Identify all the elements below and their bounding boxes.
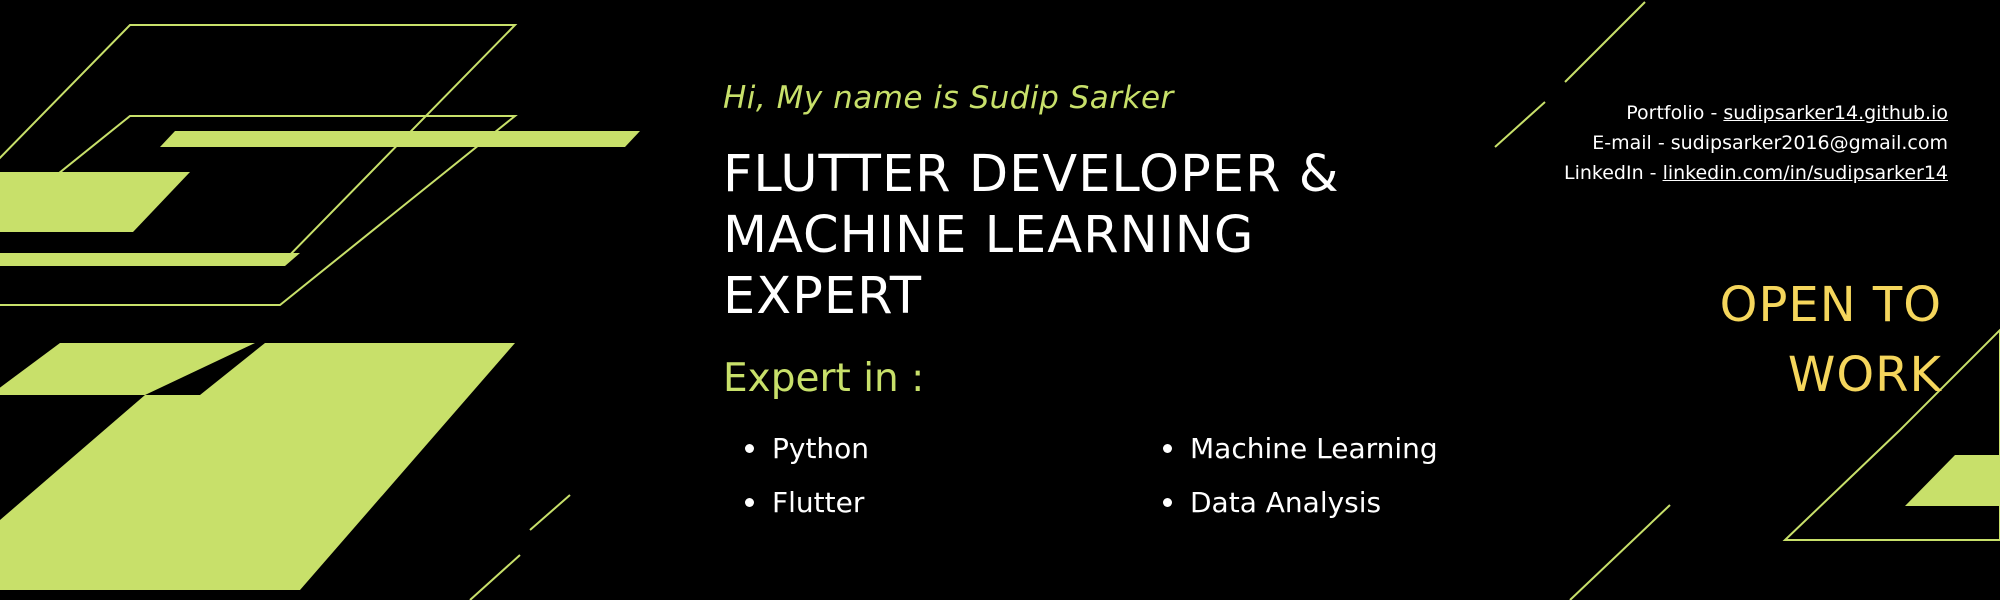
email-value: sudipsarker2016@gmail.com bbox=[1670, 132, 1948, 154]
portfolio-label: Portfolio - bbox=[1626, 102, 1724, 124]
status-line-2: WORK bbox=[1787, 347, 1942, 403]
title-line-2: MACHINE LEARNING bbox=[723, 206, 1255, 265]
skill-item: Flutter bbox=[745, 486, 864, 519]
expertise-heading: Expert in : bbox=[723, 356, 925, 401]
title-line-1: FLUTTER DEVELOPER & bbox=[723, 145, 1340, 204]
thin-line-top-right bbox=[1564, 1, 1646, 83]
skill-label: Data Analysis bbox=[1190, 486, 1382, 519]
linkedin-label: LinkedIn - bbox=[1564, 162, 1663, 184]
solid-stripe-top bbox=[160, 131, 640, 147]
skills-list: Python Flutter Machine Learning Data Ana… bbox=[745, 432, 1565, 542]
profile-banner: Hi, My name is Sudip Sarker FLUTTER DEVE… bbox=[0, 0, 2000, 600]
open-to-work-badge: OPEN TO WORK bbox=[1642, 270, 1942, 410]
contact-email: E-mail - sudipsarker2016@gmail.com bbox=[1564, 128, 1948, 158]
skill-label: Machine Learning bbox=[1190, 432, 1438, 465]
title-line-3: EXPERT bbox=[723, 267, 923, 326]
thin-line-top-right-2 bbox=[1494, 101, 1546, 148]
skill-item: Data Analysis bbox=[1163, 486, 1381, 519]
linkedin-link[interactable]: linkedin.com/in/sudipsarker14 bbox=[1663, 162, 1948, 184]
page-title: FLUTTER DEVELOPER & MACHINE LEARNING EXP… bbox=[723, 144, 1443, 327]
contact-linkedin: LinkedIn - linkedin.com/in/sudipsarker14 bbox=[1564, 158, 1948, 188]
bullet-icon bbox=[745, 444, 754, 453]
solid-block-bottom-right bbox=[1905, 455, 2000, 506]
skill-item: Python bbox=[745, 432, 869, 465]
skill-label: Flutter bbox=[772, 486, 865, 519]
skill-item: Machine Learning bbox=[1163, 432, 1438, 465]
left-decoration bbox=[0, 24, 640, 600]
thin-line-1 bbox=[529, 494, 571, 531]
skill-label: Python bbox=[772, 432, 870, 465]
email-label: E-mail - bbox=[1592, 132, 1671, 154]
bullet-icon bbox=[745, 498, 754, 507]
status-line-1: OPEN TO bbox=[1719, 277, 1942, 333]
contact-info: Portfolio - sudipsarker14.github.io E-ma… bbox=[1564, 98, 1948, 188]
solid-stripe-middle bbox=[0, 253, 300, 266]
bullet-icon bbox=[1163, 444, 1172, 453]
thin-line-2 bbox=[469, 554, 521, 600]
thin-line-bottom-right bbox=[1569, 504, 1671, 600]
contact-portfolio: Portfolio - sudipsarker14.github.io bbox=[1564, 98, 1948, 128]
greeting-text: Hi, My name is Sudip Sarker bbox=[723, 80, 1174, 116]
portfolio-link[interactable]: sudipsarker14.github.io bbox=[1723, 102, 1948, 124]
bullet-icon bbox=[1163, 498, 1172, 507]
solid-block-left bbox=[0, 172, 190, 232]
